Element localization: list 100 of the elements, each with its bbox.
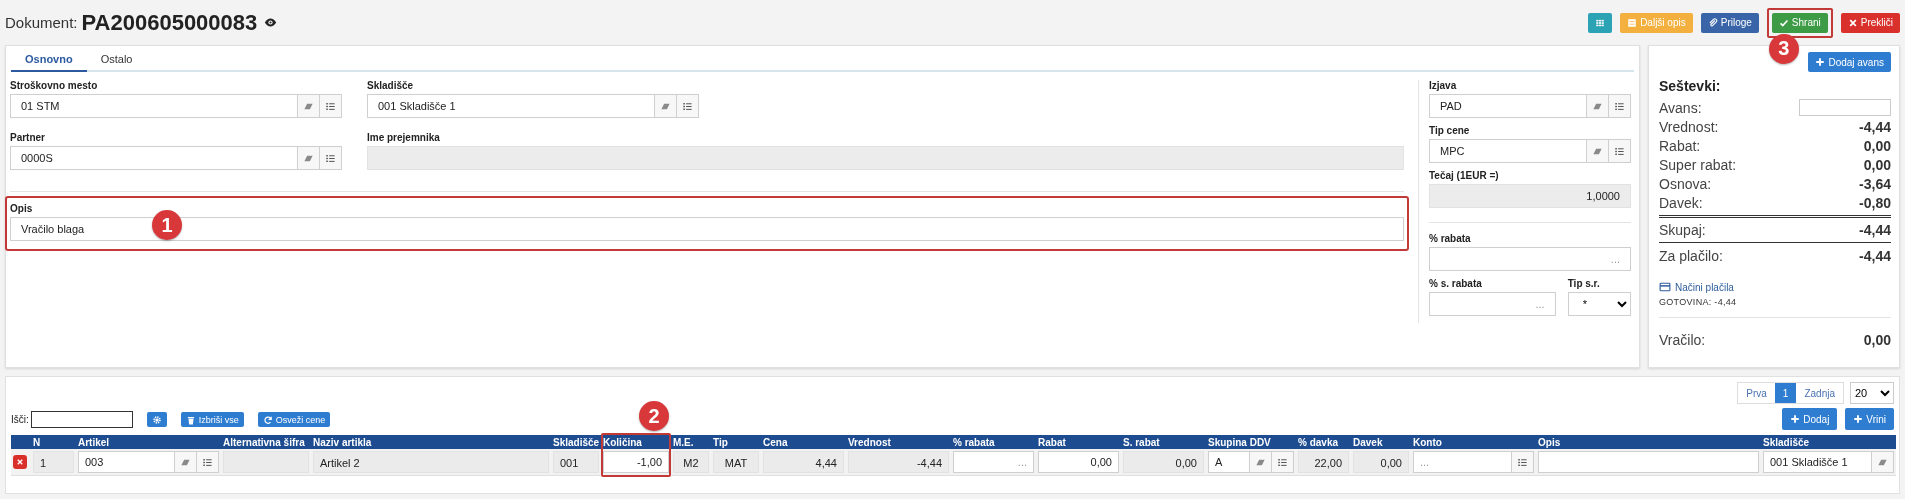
clear-button[interactable] bbox=[298, 94, 320, 118]
eye-icon[interactable] bbox=[264, 16, 278, 29]
column-header: Opis bbox=[1538, 436, 1561, 448]
input-field[interactable]: -1,00 bbox=[603, 451, 669, 473]
summary-label: Za plačilo: bbox=[1659, 247, 1723, 264]
column-header: % davka bbox=[1298, 436, 1339, 448]
toolbar-button[interactable] bbox=[1588, 12, 1613, 33]
summary-label: Avans: bbox=[1659, 99, 1702, 116]
plus-icon bbox=[1790, 414, 1801, 424]
input-field[interactable] bbox=[367, 146, 1404, 170]
input-field[interactable]: ... bbox=[953, 451, 1034, 473]
list-icon bbox=[1517, 456, 1528, 468]
list-button[interactable] bbox=[1609, 94, 1631, 118]
summary-label: Skupaj: bbox=[1659, 221, 1706, 238]
clear-button[interactable] bbox=[655, 94, 677, 118]
add-row-button[interactable]: Dodaj bbox=[1782, 408, 1838, 430]
summary-value: -3,64 bbox=[1859, 175, 1891, 192]
input-field[interactable]: MPC bbox=[1429, 139, 1587, 163]
input-field[interactable]: 1,0000 bbox=[1429, 184, 1631, 208]
list-button[interactable] bbox=[320, 146, 342, 170]
field-label: Tečaj (1EUR =) bbox=[1429, 170, 1500, 181]
add-advance-button[interactable]: Dodaj avans bbox=[1808, 52, 1891, 72]
list-icon bbox=[1614, 145, 1625, 157]
field-label: Opis bbox=[10, 203, 34, 214]
field-label: Tip cene bbox=[1429, 125, 1471, 136]
input-field[interactable]: 001 Skladišče 1 bbox=[367, 94, 655, 118]
list-button[interactable] bbox=[1272, 451, 1294, 473]
table-cell: 001 bbox=[553, 451, 599, 473]
list-icon bbox=[202, 456, 213, 468]
grid-action-button[interactable]: Osveži cene bbox=[257, 412, 331, 427]
tab[interactable]: Ostalo bbox=[86, 46, 147, 72]
field-label: Stroškovno mesto bbox=[10, 80, 99, 91]
toolbar-button[interactable]: Prekliči bbox=[1840, 12, 1900, 33]
summary-label: Super rabat: bbox=[1659, 156, 1737, 173]
card-icon bbox=[1659, 281, 1671, 293]
table-cell: 22,00 bbox=[1298, 451, 1349, 473]
search-label: Išči: bbox=[11, 414, 29, 425]
paperclip-icon bbox=[1707, 17, 1718, 28]
clear-button[interactable] bbox=[298, 146, 320, 170]
list-icon bbox=[325, 152, 336, 164]
input-field[interactable]: 0000S bbox=[10, 146, 298, 170]
column-header: Vrednost bbox=[848, 436, 891, 448]
column-header: N bbox=[33, 436, 41, 448]
column-header: % rabata bbox=[953, 436, 995, 448]
table-cell: 4,44 bbox=[763, 451, 844, 473]
add-row-button[interactable]: Vrini bbox=[1845, 408, 1894, 430]
summary-value: -4,44 bbox=[1859, 118, 1891, 135]
search-field[interactable] bbox=[30, 411, 133, 428]
list-button[interactable] bbox=[320, 94, 342, 118]
clear-button[interactable] bbox=[1587, 139, 1609, 163]
clear-button[interactable] bbox=[1587, 94, 1609, 118]
column-header: Cena bbox=[763, 436, 788, 448]
page-size-dropdown[interactable]: 20 bbox=[1850, 382, 1894, 404]
list-button[interactable] bbox=[197, 451, 219, 473]
toolbar-button[interactable]: Shrani bbox=[1771, 12, 1828, 33]
field-label: % s. rabata bbox=[1429, 278, 1483, 289]
field-label: Izjava bbox=[1429, 80, 1458, 91]
input-field[interactable]: A bbox=[1208, 451, 1250, 473]
settings-button[interactable] bbox=[146, 412, 167, 427]
summary-label: Vračilo: bbox=[1659, 331, 1706, 348]
column-header: Naziv artikla bbox=[313, 436, 372, 448]
grid-action-button[interactable]: Izbriši vse bbox=[180, 412, 244, 427]
table-cell: M2 bbox=[673, 451, 709, 473]
payment-methods-link[interactable]: Načini plačila bbox=[1659, 281, 1891, 293]
column-header: Rabat bbox=[1038, 436, 1066, 448]
tab[interactable]: Osnovno bbox=[11, 46, 87, 72]
clear-button[interactable] bbox=[175, 451, 197, 473]
page-button[interactable]: 1 bbox=[1774, 383, 1797, 403]
input-field[interactable]: PAD bbox=[1429, 94, 1587, 118]
toolbar-button[interactable]: Priloge bbox=[1700, 12, 1759, 33]
column-header: Tip bbox=[713, 436, 728, 448]
dropdown[interactable]: * bbox=[1567, 292, 1631, 316]
list-button[interactable] bbox=[1512, 451, 1534, 473]
input-field[interactable]: 0,00 bbox=[1038, 451, 1119, 473]
column-header: Količina bbox=[603, 436, 642, 448]
list-button[interactable] bbox=[1609, 139, 1631, 163]
input-field[interactable]: ... bbox=[1429, 247, 1631, 271]
column-header: Konto bbox=[1413, 436, 1442, 448]
input-field[interactable]: 003 bbox=[78, 451, 175, 473]
document-icon bbox=[1627, 17, 1638, 28]
column-header: Skladišče bbox=[553, 436, 600, 448]
clear-button[interactable] bbox=[1250, 451, 1272, 473]
callout-badge: 3 bbox=[1768, 33, 1799, 64]
payment-text: GOTOVINA: -4,44 bbox=[1659, 297, 1738, 307]
input-field[interactable] bbox=[1799, 99, 1891, 116]
delete-button[interactable] bbox=[13, 455, 27, 469]
column-header: M.E. bbox=[673, 436, 694, 448]
list-icon bbox=[325, 100, 336, 112]
input-field[interactable]: 001 Skladišče 1 bbox=[1763, 451, 1872, 473]
input-field[interactable] bbox=[1538, 451, 1759, 473]
refresh-icon bbox=[262, 414, 273, 425]
input-field[interactable]: ... bbox=[1413, 451, 1512, 473]
input-field[interactable]: ... bbox=[1429, 292, 1556, 316]
table-cell: MAT bbox=[713, 451, 759, 473]
input-field[interactable]: 01 STM bbox=[10, 94, 298, 118]
close-icon bbox=[1847, 17, 1858, 28]
field-label: Skladišče bbox=[367, 80, 415, 91]
list-button[interactable] bbox=[677, 94, 699, 118]
clear-button[interactable] bbox=[1872, 451, 1894, 473]
summary-title: Seštevki: bbox=[1659, 78, 1722, 94]
